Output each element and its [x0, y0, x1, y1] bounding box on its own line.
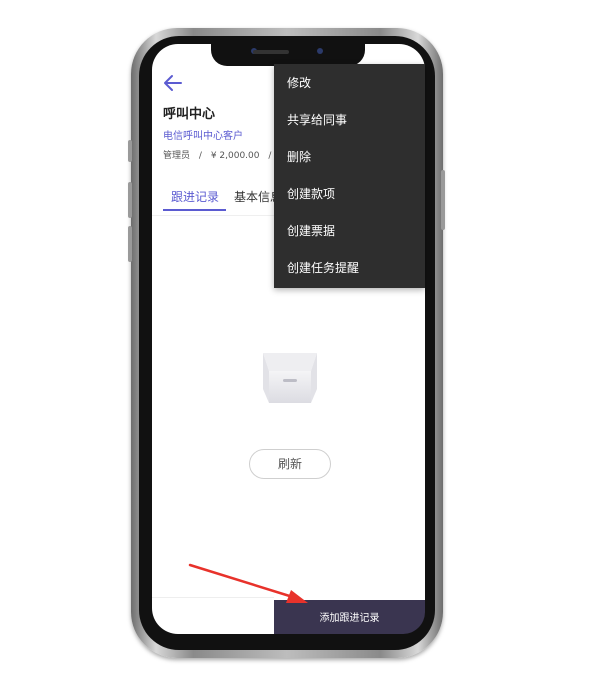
phone-notch: [211, 40, 365, 66]
mute-switch: [128, 140, 132, 162]
volume-down-button: [128, 226, 132, 262]
power-button: [441, 170, 445, 230]
menu-item-delete[interactable]: 删除: [274, 139, 425, 176]
meta-amount: ¥ 2,000.00: [210, 151, 260, 161]
sensor-icon: [317, 48, 323, 54]
menu-item-create-payment[interactable]: 创建款项: [274, 176, 425, 213]
meta-separator: /: [198, 151, 202, 161]
dropdown-menu: 修改 共享给同事 删除 创建款项 创建票据 创建任务提醒: [274, 64, 425, 288]
menu-item-create-reminder[interactable]: 创建任务提醒: [274, 250, 425, 287]
earpiece-speaker: [253, 50, 289, 54]
tab-follow-up[interactable]: 跟进记录: [171, 188, 219, 205]
arrow-left-icon[interactable]: [163, 74, 183, 92]
record-meta: 管理员 / ¥ 2,000.00 / 2: [163, 148, 292, 161]
active-tab-indicator: [163, 209, 226, 211]
menu-item-edit[interactable]: 修改: [274, 65, 425, 102]
add-follow-up-button[interactable]: 添加跟进记录: [274, 600, 425, 634]
meta-role: 管理员: [163, 151, 191, 161]
menu-item-share[interactable]: 共享给同事: [274, 102, 425, 139]
customer-subtitle: 电信呼叫中心客户: [163, 131, 243, 142]
refresh-button[interactable]: 刷新: [249, 449, 331, 479]
menu-item-create-invoice[interactable]: 创建票据: [274, 213, 425, 250]
bottom-divider: [152, 597, 274, 598]
empty-inbox-icon: [263, 353, 317, 403]
page-title: 呼叫中心: [163, 107, 216, 122]
volume-up-button: [128, 182, 132, 218]
meta-separator: /: [268, 151, 272, 161]
